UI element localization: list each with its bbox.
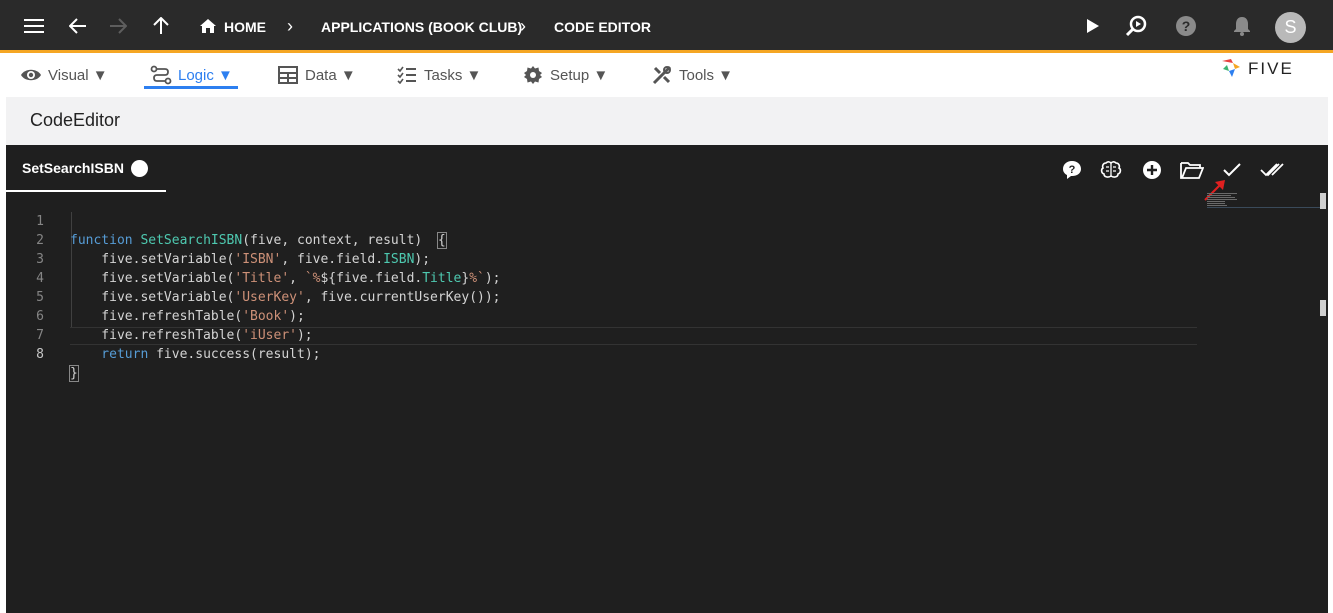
tab-underline: [6, 190, 166, 192]
bell-icon[interactable]: [1228, 12, 1256, 40]
five-logo: FIVE: [1220, 56, 1316, 82]
overview-ruler-marker[interactable]: [1320, 300, 1326, 316]
menu-visual[interactable]: Visual ▼: [20, 61, 108, 89]
brain-icon[interactable]: [1097, 156, 1125, 184]
breadcrumb-home[interactable]: HOME: [224, 17, 266, 37]
breadcrumb-code-editor: CODE EDITOR: [554, 19, 651, 35]
menu-setup[interactable]: Setup ▼: [522, 61, 608, 89]
add-circle-icon[interactable]: [1138, 156, 1166, 184]
gear-icon: [522, 64, 544, 86]
svg-text:?: ?: [1069, 164, 1076, 176]
code-line[interactable]: 7 return five.success(result);: [6, 307, 1206, 362]
code-area[interactable]: 1 function SetSearchISBN(five, context, …: [6, 193, 1206, 613]
menu-icon[interactable]: [20, 12, 48, 40]
menu-tasks[interactable]: Tasks ▼: [396, 61, 481, 89]
tools-icon: [651, 64, 673, 86]
search-run-icon[interactable]: [1122, 12, 1150, 40]
code-text[interactable]: return five.success(result);: [70, 345, 320, 364]
chevron-right-icon: ›: [287, 16, 293, 36]
code-line[interactable]: 1 function SetSearchISBN(five, context, …: [6, 193, 1206, 249]
play-icon[interactable]: [1079, 12, 1107, 40]
menu-setup-label: Setup ▼: [550, 66, 609, 84]
menu-data-label: Data ▼: [305, 66, 356, 84]
home-icon[interactable]: [194, 12, 222, 40]
table-icon: [277, 64, 299, 86]
breadcrumb-applications[interactable]: APPLICATIONS (BOOK CLUB): [321, 17, 522, 37]
menu-data[interactable]: Data ▼: [277, 61, 356, 89]
help-bubble-icon[interactable]: ?: [1058, 156, 1086, 184]
code-line[interactable]: 5 five.refreshTable('Book');: [6, 269, 1206, 324]
logo-text: FIVE: [1248, 59, 1294, 78]
up-arrow-icon[interactable]: [147, 12, 175, 40]
editor-tab-label[interactable]: SetSearchISBN: [22, 160, 124, 176]
code-line[interactable]: 8 }: [6, 326, 1206, 382]
menu-tools[interactable]: Tools ▼: [651, 61, 733, 89]
help-icon[interactable]: ?: [1172, 12, 1200, 40]
menu-logic[interactable]: Logic ▼: [150, 61, 233, 89]
menu-visual-label: Visual ▼: [48, 66, 108, 84]
forward-arrow-icon[interactable]: [104, 12, 132, 40]
chevron-right-icon: ›: [520, 16, 526, 36]
unsaved-indicator: [131, 160, 148, 177]
top-bar: HOME › APPLICATIONS (BOOK CLUB) › CODE E…: [0, 0, 1333, 53]
menu-logic-label: Logic ▼: [178, 66, 233, 84]
menu-tools-label: Tools ▼: [679, 66, 734, 84]
code-line[interactable]: 2 five.setVariable('ISBN', five.field.IS…: [6, 212, 1206, 267]
menu-tasks-label: Tasks ▼: [424, 66, 482, 84]
line-number: 8: [36, 347, 44, 362]
checklist-icon: [396, 64, 418, 86]
avatar[interactable]: S: [1275, 12, 1306, 43]
back-arrow-icon[interactable]: [64, 12, 92, 40]
code-line[interactable]: 4 five.setVariable('UserKey', five.curre…: [6, 250, 1206, 305]
eye-icon: [20, 64, 42, 86]
vertical-scrollbar-thumb[interactable]: [1320, 193, 1326, 209]
code-text[interactable]: }: [69, 364, 79, 383]
double-check-icon[interactable]: [1258, 156, 1286, 184]
code-line[interactable]: 6 five.refreshTable('iUser');: [6, 288, 1206, 343]
flow-icon: [150, 64, 172, 86]
menu-bar: Visual ▼ Logic ▼ Data ▼ Tasks ▼ Setup ▼ …: [0, 53, 1333, 97]
open-folder-icon[interactable]: [1178, 156, 1206, 184]
minimap[interactable]: [1205, 192, 1321, 210]
page-title: CodeEditor: [30, 110, 121, 130]
svg-text:?: ?: [1182, 18, 1191, 34]
five-logo-mark-icon: [1222, 59, 1240, 77]
active-menu-indicator: [144, 86, 238, 89]
code-line[interactable]: 3 five.setVariable('Title', `%${five.fie…: [6, 231, 1206, 286]
page-title-bar: [6, 97, 1328, 145]
